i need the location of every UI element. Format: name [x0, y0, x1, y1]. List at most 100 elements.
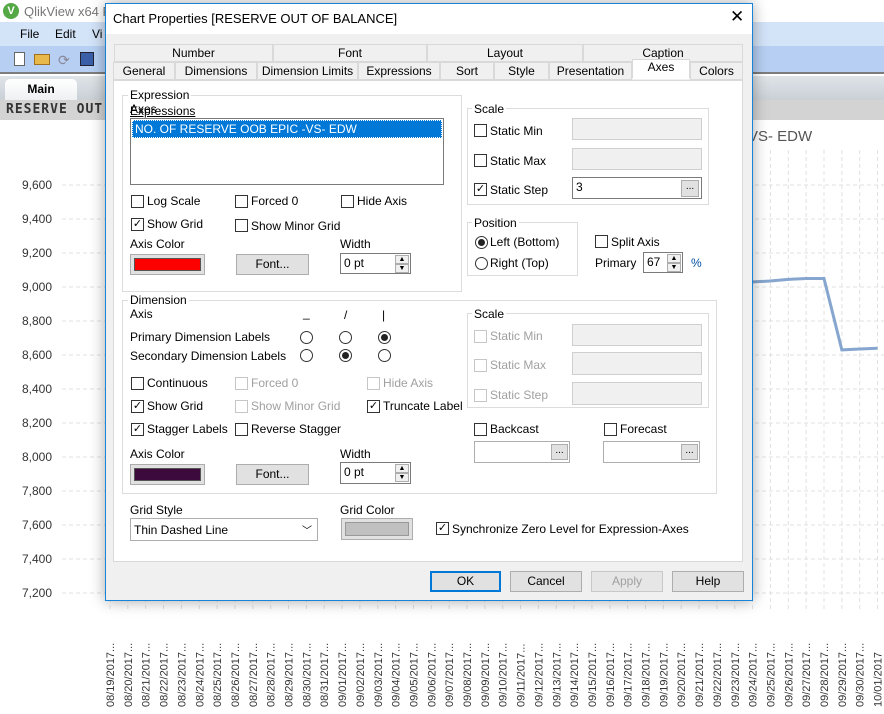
show-grid-checkbox[interactable]: ✓: [131, 218, 144, 231]
x-tick-label: 09/30/2017...: [855, 643, 867, 707]
left-bottom-radio[interactable]: [475, 236, 488, 249]
hide-axis-checkbox[interactable]: [341, 195, 354, 208]
x-tick-label: 09/21/2017...: [694, 643, 706, 707]
show-grid-label: Show Grid: [147, 217, 204, 231]
y-tick-label: 8,400: [22, 382, 52, 396]
primary-dimension-labels-label: Primary Dimension Labels: [130, 330, 271, 344]
right-top-radio[interactable]: [475, 257, 488, 270]
tab-expressions[interactable]: Expressions: [358, 62, 440, 80]
axis-color-button[interactable]: [130, 254, 205, 275]
tab-layout[interactable]: Layout: [427, 44, 583, 62]
static-min-input[interactable]: [572, 118, 702, 140]
dim-show-minor-grid-label: Show Minor Grid: [251, 399, 341, 413]
split-axis-checkbox[interactable]: [595, 235, 608, 248]
x-tick-label: 08/29/2017...: [284, 643, 296, 707]
dim-hide-axis-checkbox[interactable]: [367, 377, 380, 390]
tab-font[interactable]: Font: [273, 44, 427, 62]
truncate-label-checkbox[interactable]: ✓: [367, 400, 380, 413]
dim-static-min-input[interactable]: [572, 324, 702, 346]
forced-0-checkbox[interactable]: [235, 195, 248, 208]
x-tick-label: 09/23/2017...: [730, 643, 742, 707]
log-scale-checkbox[interactable]: [131, 195, 144, 208]
reverse-stagger-label: Reverse Stagger: [251, 422, 342, 436]
tab-axes[interactable]: Axes: [632, 59, 690, 79]
reverse-stagger-checkbox[interactable]: [235, 423, 248, 436]
tab-colors[interactable]: Colors: [690, 62, 743, 80]
tab-general[interactable]: General: [113, 62, 175, 80]
static-max-checkbox[interactable]: [474, 154, 487, 167]
primary-spin-down[interactable]: ▼: [667, 263, 681, 272]
dim-axis-color-label: Axis Color: [130, 447, 185, 461]
help-button[interactable]: Help: [672, 571, 744, 592]
dim-show-minor-grid-checkbox[interactable]: [235, 400, 248, 413]
dim-static-min-checkbox[interactable]: [474, 330, 487, 343]
dim-static-min-label: Static Min: [490, 329, 543, 343]
static-min-checkbox[interactable]: [474, 124, 487, 137]
forced-0-label: Forced 0: [251, 194, 299, 208]
dim-width-spin-down[interactable]: ▼: [395, 473, 409, 482]
series-line: [752, 277, 878, 352]
ok-button[interactable]: OK: [430, 571, 501, 592]
tab-number[interactable]: Number: [114, 44, 273, 62]
tab-label: Dimensions: [184, 64, 248, 78]
dim-width-spin-up[interactable]: ▲: [395, 464, 409, 473]
dim-static-max-checkbox[interactable]: [474, 359, 487, 372]
secondary-vertical-radio[interactable]: [378, 349, 391, 362]
x-tick-label: 08/20/2017...: [123, 643, 135, 707]
width-spin-down[interactable]: ▼: [395, 264, 409, 273]
dim-font-button[interactable]: Font...: [236, 464, 309, 485]
dim-axis-color-button[interactable]: [130, 464, 205, 485]
primary-horizontal-radio[interactable]: [300, 331, 313, 344]
cancel-button[interactable]: Cancel: [510, 571, 582, 592]
dim-forced-0-checkbox[interactable]: [235, 377, 248, 390]
forecast-expression-button[interactable]: ...: [681, 444, 698, 460]
tab-sort[interactable]: Sort: [440, 62, 494, 80]
static-step-expression-button[interactable]: ...: [681, 180, 699, 197]
dim-static-max-input[interactable]: [572, 352, 702, 375]
apply-button[interactable]: Apply: [591, 571, 663, 592]
dim-scale-label: Scale: [472, 307, 507, 321]
orientation-diagonal-header: /: [344, 308, 348, 322]
primary-diagonal-radio[interactable]: [339, 331, 352, 344]
tab-label: Colors: [699, 64, 734, 78]
tab-style[interactable]: Style: [494, 62, 549, 80]
grid-color-label: Grid Color: [340, 503, 395, 517]
primary-spin-up[interactable]: ▲: [667, 254, 681, 263]
static-step-label: Static Step: [490, 183, 549, 197]
secondary-diagonal-radio[interactable]: [339, 349, 352, 362]
x-tick-label: 08/23/2017...: [176, 643, 188, 707]
close-icon[interactable]: ✕: [730, 7, 744, 27]
x-tick-label: 09/09/2017...: [480, 643, 492, 707]
primary-vertical-radio[interactable]: [378, 331, 391, 344]
x-tick-label: 09/05/2017...: [408, 643, 420, 707]
static-step-checkbox[interactable]: ✓: [474, 183, 487, 196]
chart-properties-dialog: Chart Properties [RESERVE OUT OF BALANCE…: [105, 3, 753, 601]
tab-label: Dimension Limits: [261, 64, 354, 78]
x-tick-label: 08/26/2017...: [230, 643, 242, 707]
dim-static-step-input[interactable]: [572, 382, 702, 405]
x-tick-label: 09/03/2017...: [373, 643, 385, 707]
expression-item[interactable]: NO. OF RESERVE OOB EPIC -VS- EDW: [132, 120, 442, 138]
expressions-list[interactable]: NO. OF RESERVE OOB EPIC -VS- EDW: [130, 118, 444, 185]
tab-dimensions[interactable]: Dimensions: [175, 62, 257, 80]
grid-style-select[interactable]: Thin Dashed Line ﹀: [130, 518, 318, 541]
forecast-checkbox[interactable]: [604, 423, 617, 436]
x-tick-label: 09/08/2017...: [462, 643, 474, 707]
show-minor-grid-checkbox[interactable]: [235, 219, 248, 232]
dim-static-step-checkbox[interactable]: [474, 389, 487, 402]
y-tick-label: 8,000: [22, 450, 52, 464]
secondary-horizontal-radio[interactable]: [300, 349, 313, 362]
grid-color-button[interactable]: [341, 518, 413, 540]
sync-zero-checkbox[interactable]: ✓: [436, 522, 449, 535]
tab-dimension-limits[interactable]: Dimension Limits: [257, 62, 358, 80]
backcast-checkbox[interactable]: [474, 423, 487, 436]
dim-show-grid-checkbox[interactable]: ✓: [131, 400, 144, 413]
stagger-labels-checkbox[interactable]: ✓: [131, 423, 144, 436]
font-button[interactable]: Font...: [236, 254, 309, 275]
static-max-input[interactable]: [572, 148, 702, 170]
tab-presentation[interactable]: Presentation: [549, 62, 632, 80]
continuous-checkbox[interactable]: [131, 377, 144, 390]
width-spin-up[interactable]: ▲: [395, 255, 409, 264]
x-tick-label: 09/22/2017...: [712, 643, 724, 707]
backcast-expression-button[interactable]: ...: [551, 444, 568, 460]
